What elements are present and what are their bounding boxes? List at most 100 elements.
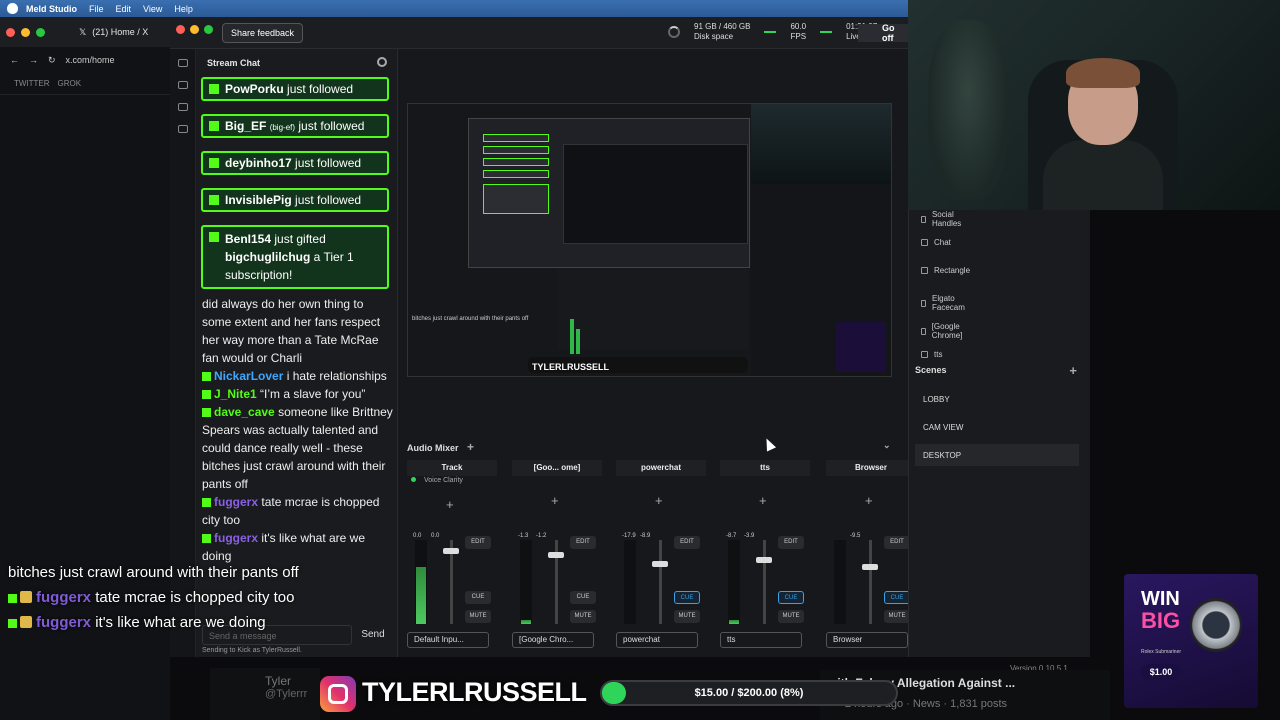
minimize-dot[interactable] bbox=[21, 27, 30, 37]
chat-tool-icon[interactable] bbox=[177, 103, 188, 111]
audio-mixer-title: Audio Mixer bbox=[407, 443, 459, 453]
add-filter-icon[interactable]: + bbox=[759, 493, 767, 508]
mute-button[interactable]: MUTE bbox=[674, 610, 700, 623]
background-plant bbox=[928, 20, 1008, 200]
edit-button[interactable]: EDIT bbox=[884, 536, 910, 549]
browser-tab-title[interactable]: (21) Home / X bbox=[92, 27, 148, 37]
edit-button[interactable]: EDIT bbox=[465, 536, 491, 549]
scene-item[interactable]: DESKTOP bbox=[915, 444, 1079, 466]
volume-fader[interactable] bbox=[763, 540, 766, 624]
menu-view[interactable]: View bbox=[143, 4, 162, 14]
volume-fader-knob[interactable] bbox=[548, 552, 564, 558]
audio-source-select[interactable]: Browser bbox=[826, 632, 908, 648]
add-filter-icon[interactable]: + bbox=[655, 493, 663, 508]
effect-label[interactable]: Voice Clarity bbox=[411, 477, 463, 484]
follow-suffix: (big-ef) bbox=[269, 123, 296, 132]
zoom-window-dot[interactable] bbox=[204, 25, 213, 34]
chat-username[interactable]: dave_cave bbox=[214, 405, 275, 419]
close-window-dot[interactable] bbox=[176, 25, 185, 34]
add-filter-icon[interactable]: + bbox=[865, 493, 873, 508]
send-button[interactable]: Send bbox=[356, 625, 390, 645]
mute-button[interactable]: MUTE bbox=[570, 610, 596, 623]
cue-button[interactable]: CUE bbox=[570, 591, 596, 604]
go-off-button[interactable]: Go off bbox=[858, 23, 908, 43]
scene-item[interactable]: CAM VIEW bbox=[915, 416, 1079, 438]
bookmark-twitter[interactable]: TWITTER bbox=[14, 79, 50, 88]
layers-tool-icon[interactable] bbox=[177, 81, 188, 89]
audio-source-select[interactable]: Default Inpu... bbox=[407, 632, 489, 648]
add-filter-icon[interactable]: + bbox=[446, 497, 454, 512]
volume-fader-knob[interactable] bbox=[443, 548, 459, 554]
cue-button[interactable]: CUE bbox=[884, 591, 910, 604]
mute-button[interactable]: MUTE bbox=[778, 610, 804, 623]
cue-button[interactable]: CUE bbox=[674, 591, 700, 604]
level-left: -1.3 bbox=[518, 533, 529, 539]
menu-edit[interactable]: Edit bbox=[116, 4, 132, 14]
volume-fader[interactable] bbox=[659, 540, 662, 624]
app-menu-name[interactable]: Meld Studio bbox=[26, 4, 77, 14]
layer-item[interactable]: Chat bbox=[921, 238, 951, 247]
scenes-tool-icon[interactable] bbox=[177, 59, 188, 67]
scene-item[interactable]: LOBBY bbox=[915, 388, 1079, 410]
close-dot[interactable] bbox=[6, 27, 15, 37]
volume-fader-knob[interactable] bbox=[756, 557, 772, 563]
chat-username[interactable]: fuggerx bbox=[214, 495, 258, 509]
layer-item[interactable]: Elgato Facecam bbox=[921, 294, 967, 312]
add-filter-icon[interactable]: + bbox=[551, 493, 559, 508]
rolex-watch-icon bbox=[1190, 598, 1242, 652]
audio-source-select[interactable]: tts bbox=[720, 632, 802, 648]
track-name[interactable]: Track bbox=[407, 460, 497, 476]
apple-icon[interactable] bbox=[7, 3, 18, 14]
share-feedback-button[interactable]: Share feedback bbox=[222, 23, 304, 43]
add-scene-icon[interactable]: + bbox=[1069, 363, 1077, 378]
layer-item[interactable]: Rectangle bbox=[921, 266, 970, 275]
layer-item[interactable]: [Google Chrome] bbox=[921, 322, 965, 340]
track-name[interactable]: [Goo... ome] bbox=[512, 460, 602, 476]
cue-button[interactable]: CUE bbox=[778, 591, 804, 604]
stream-preview[interactable]: bitches just crawl around with their pan… bbox=[407, 103, 892, 377]
mute-button[interactable]: MUTE bbox=[465, 610, 491, 623]
track-name[interactable]: Browser bbox=[826, 460, 916, 476]
overlay-message-text: bitches just crawl around with their pan… bbox=[8, 564, 299, 581]
chat-username[interactable]: fuggerx bbox=[214, 531, 258, 545]
zoom-dot[interactable] bbox=[36, 27, 45, 37]
volume-fader-knob[interactable] bbox=[862, 564, 878, 570]
chat-username[interactable]: J_Nite1 bbox=[214, 387, 257, 401]
audio-source-select[interactable]: powerchat bbox=[616, 632, 698, 648]
bookmark-grok[interactable]: GROK bbox=[58, 79, 82, 88]
scenes-title: Scenes bbox=[915, 365, 947, 375]
back-arrow-icon[interactable]: ← bbox=[10, 55, 19, 65]
menu-help[interactable]: Help bbox=[174, 4, 193, 14]
edit-button[interactable]: EDIT bbox=[778, 536, 804, 549]
audio-source-select[interactable]: [Google Chro... bbox=[512, 632, 594, 648]
scenes-header: Scenes + bbox=[915, 363, 1077, 378]
volume-fader-knob[interactable] bbox=[652, 561, 668, 567]
track-name[interactable]: powerchat bbox=[616, 460, 706, 476]
kick-badge-icon bbox=[202, 498, 211, 507]
reload-icon[interactable]: ↻ bbox=[48, 55, 56, 66]
preview-ad-card bbox=[836, 322, 886, 372]
edit-button[interactable]: EDIT bbox=[570, 536, 596, 549]
edit-button[interactable]: EDIT bbox=[674, 536, 700, 549]
track-name[interactable]: tts bbox=[720, 460, 810, 476]
menu-file[interactable]: File bbox=[89, 4, 104, 14]
kick-icon bbox=[209, 232, 219, 242]
volume-fader[interactable] bbox=[869, 540, 872, 624]
audio-mixer-header: Audio Mixer + ⌄ bbox=[407, 440, 897, 456]
tweet-author-handle: @Tylerrr bbox=[265, 688, 308, 700]
add-audio-track-icon[interactable]: + bbox=[467, 440, 474, 454]
layer-item[interactable]: Social Handles bbox=[921, 210, 963, 228]
chevron-down-icon[interactable]: ⌄ bbox=[883, 440, 891, 451]
layer-name: Social Handles bbox=[931, 210, 962, 228]
chat-username[interactable]: NickarLover bbox=[214, 369, 283, 383]
url-field[interactable]: x.com/home bbox=[66, 55, 115, 65]
layer-item[interactable]: tts bbox=[921, 350, 942, 359]
audio-tool-icon[interactable] bbox=[177, 125, 188, 133]
minimize-window-dot[interactable] bbox=[190, 25, 199, 34]
forward-arrow-icon[interactable]: → bbox=[29, 55, 38, 65]
cue-button[interactable]: CUE bbox=[465, 591, 491, 604]
mute-button[interactable]: MUTE bbox=[884, 610, 910, 623]
gear-icon[interactable] bbox=[377, 57, 387, 67]
chat-message-text: did always do her own thing to some exte… bbox=[202, 297, 381, 365]
browser-url-row: ← → ↻ x.com/home bbox=[0, 47, 170, 73]
